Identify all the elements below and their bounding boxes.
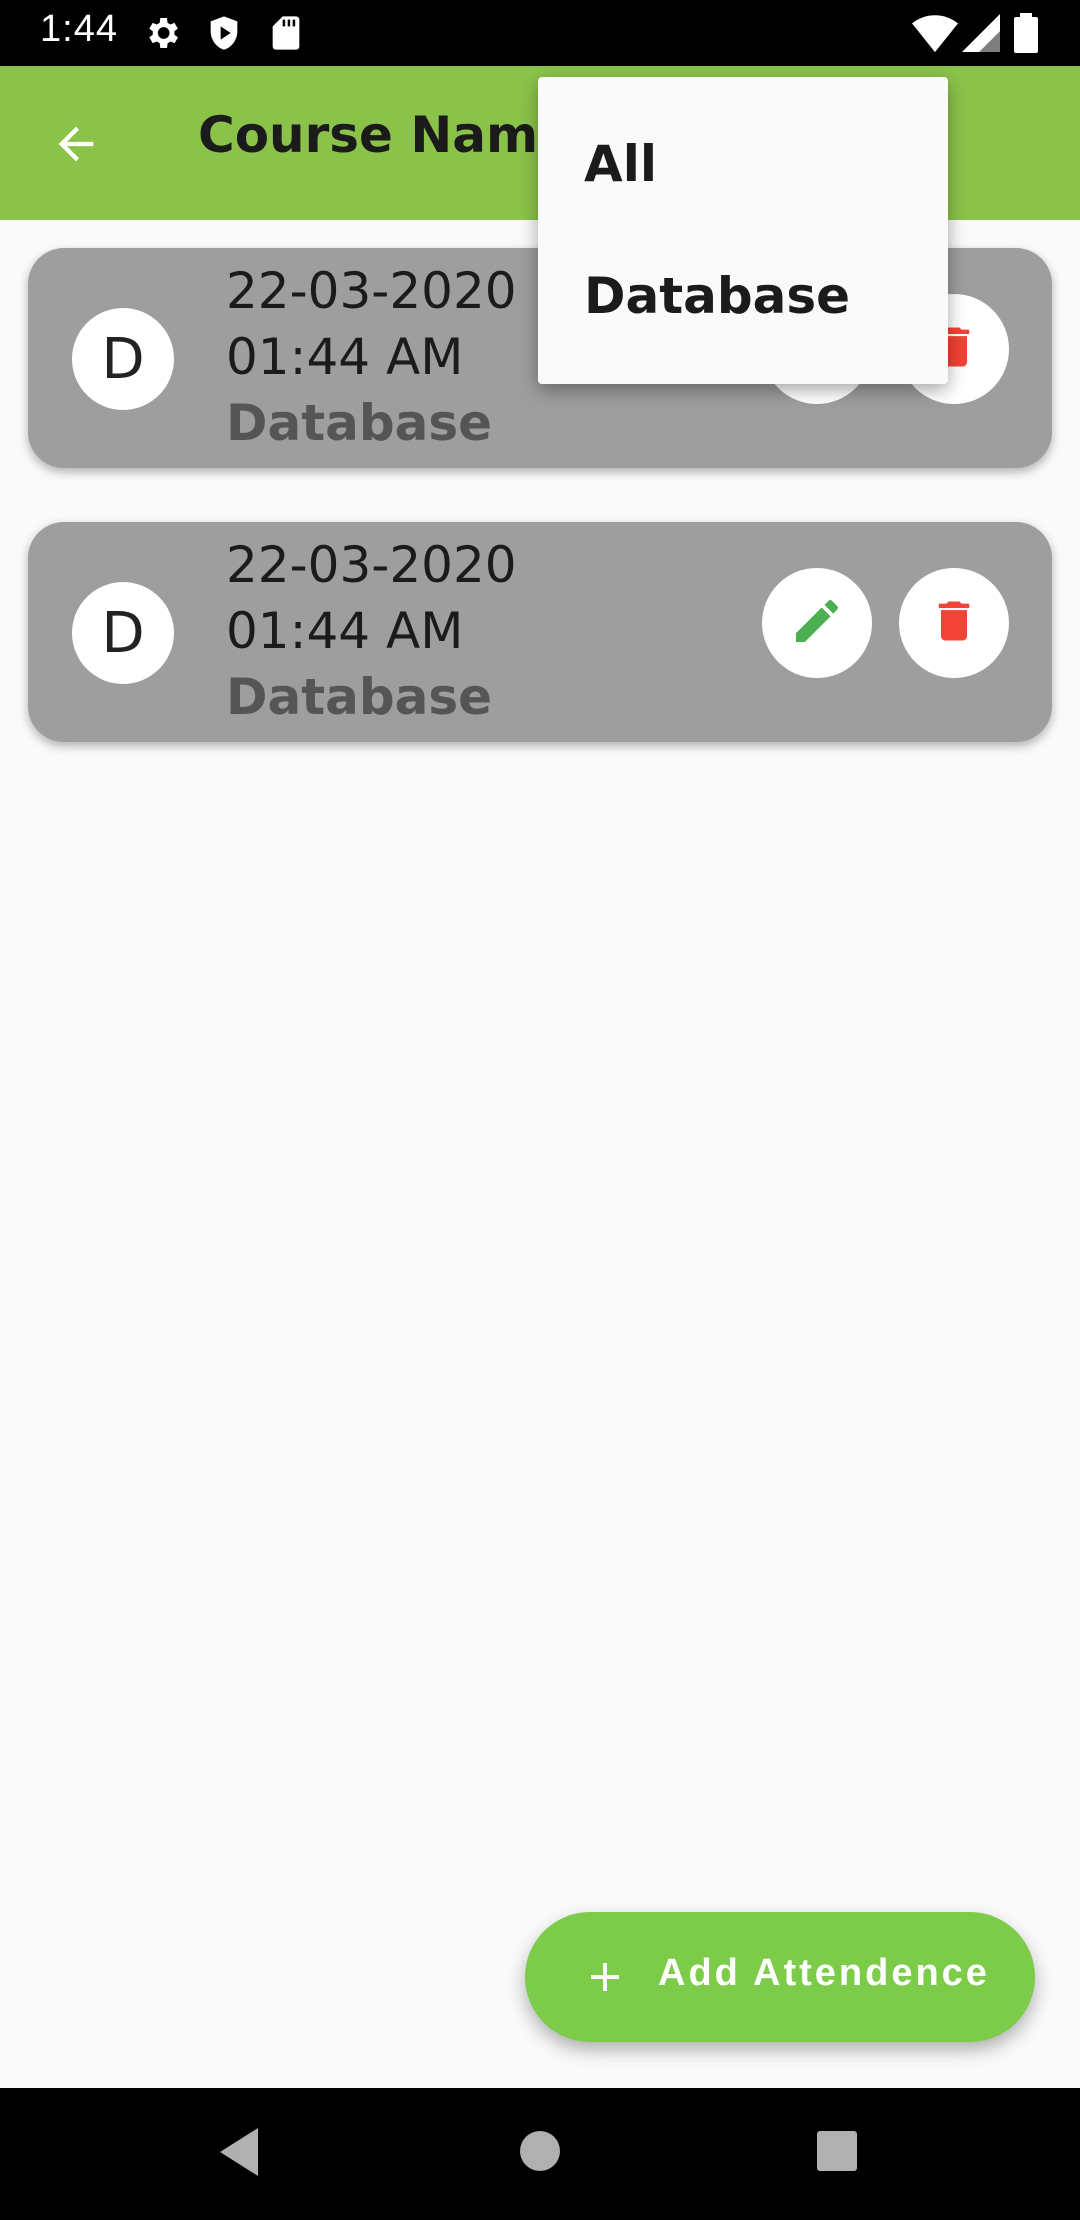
sd-card-icon (266, 13, 306, 58)
navigation-bar (0, 2088, 1080, 2220)
arrow-left-icon (50, 118, 102, 175)
attendance-date: 22-03-2020 (226, 536, 517, 594)
avatar: D (72, 308, 174, 410)
play-shield-icon (204, 13, 244, 58)
fab-label: Add Attendence (658, 1952, 990, 1994)
add-attendence-button[interactable]: Add Attendence (525, 1912, 1035, 2042)
attendance-card[interactable]: D 22-03-2020 01:44 AM Database (28, 522, 1052, 742)
plus-icon (581, 1953, 629, 2006)
back-button[interactable] (40, 110, 112, 182)
filter-popup-menu: All Database (538, 77, 948, 384)
gear-icon (142, 13, 182, 58)
signal-icon (962, 13, 1000, 58)
recents-square-icon[interactable] (816, 2130, 858, 2177)
battery-icon (1014, 13, 1038, 58)
attendance-course: Database (226, 668, 493, 726)
delete-button[interactable] (899, 568, 1009, 678)
status-bar: 1:44 (0, 0, 1080, 66)
home-circle-icon[interactable] (518, 2129, 562, 2178)
attendance-date: 22-03-2020 (226, 262, 517, 320)
attendance-time: 01:44 AM (226, 328, 464, 386)
trash-icon (928, 595, 980, 652)
card-details: 22-03-2020 01:44 AM Database (226, 532, 517, 730)
back-triangle-icon[interactable] (216, 2124, 262, 2185)
attendance-time: 01:44 AM (226, 602, 464, 660)
wifi-icon (912, 13, 958, 58)
page-title: Course Name (198, 106, 572, 164)
menu-item-all[interactable]: All (584, 135, 657, 193)
edit-button[interactable] (762, 568, 872, 678)
card-details: 22-03-2020 01:44 AM Database (226, 258, 517, 456)
pencil-icon (789, 593, 845, 654)
menu-item-database[interactable]: Database (584, 267, 850, 325)
status-time: 1:44 (40, 8, 118, 50)
screen: 1:44 Course Name D 22-03-2020 01:44 AM D… (0, 0, 1080, 2220)
avatar: D (72, 582, 174, 684)
attendance-course: Database (226, 394, 493, 452)
